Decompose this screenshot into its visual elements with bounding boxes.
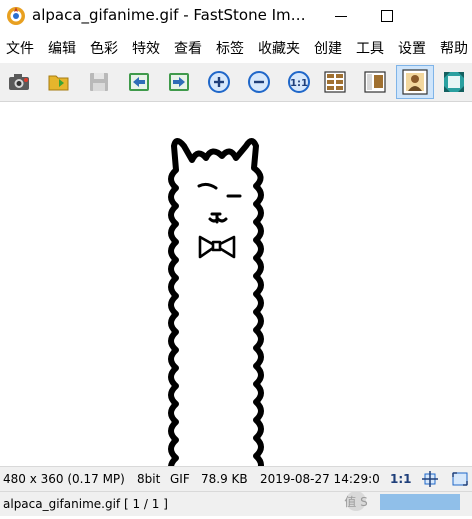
next-icon xyxy=(169,73,189,91)
fullscreen-icon[interactable] xyxy=(451,470,469,488)
menu-bar: 文件 编辑 色彩 特效 查看 标签 收藏夹 创建 工具 设置 帮助 xyxy=(0,36,472,62)
actual-size-button[interactable]: 1:1 xyxy=(283,66,315,98)
previous-button[interactable] xyxy=(123,66,155,98)
file-name-status: alpaca_gifanime.gif [ 1 / 1 ] xyxy=(3,497,168,511)
single-page-icon xyxy=(364,71,386,93)
svg-text:1:1: 1:1 xyxy=(290,78,308,89)
previous-icon xyxy=(129,73,149,91)
fit-window-icon xyxy=(444,72,464,92)
zoom-out-icon xyxy=(248,71,270,93)
watermark: 值 S xyxy=(340,488,472,515)
screen-capture-button[interactable] xyxy=(3,66,35,98)
file-size: 78.9 KB xyxy=(201,472,248,486)
menu-edit[interactable]: 编辑 xyxy=(48,39,76,59)
window-title: alpaca_gifanime.gif - FastStone Im… xyxy=(32,6,306,24)
menu-create[interactable]: 创建 xyxy=(314,39,342,59)
zoom-level[interactable]: 1:1 xyxy=(390,471,412,487)
menu-help[interactable]: 帮助 xyxy=(440,39,468,59)
actual-size-icon: 1:1 xyxy=(288,71,310,93)
fit-icon[interactable] xyxy=(421,470,439,488)
faststone-logo-icon xyxy=(7,7,25,25)
image-dimensions: 480 x 360 (0.17 MP) xyxy=(3,472,125,486)
alpaca-image xyxy=(168,138,264,466)
toolbar: 1:1 xyxy=(0,63,472,102)
fullscreen-image-icon xyxy=(402,69,428,95)
zoom-out-button[interactable] xyxy=(243,66,275,98)
fit-window-button[interactable] xyxy=(438,66,470,98)
menu-settings[interactable]: 设置 xyxy=(398,39,426,59)
open-button[interactable] xyxy=(43,66,75,98)
open-folder-icon xyxy=(48,75,69,91)
image-canvas[interactable] xyxy=(0,102,472,466)
maximize-icon xyxy=(381,10,393,22)
file-datetime: 2019-08-27 14:29:0 xyxy=(260,472,380,486)
zoom-in-button[interactable] xyxy=(203,66,235,98)
single-page-button[interactable] xyxy=(359,66,391,98)
fullscreen-image-button[interactable] xyxy=(396,65,434,99)
minimize-button[interactable] xyxy=(318,0,364,31)
save-icon xyxy=(90,73,108,91)
save-button[interactable] xyxy=(83,66,115,98)
menu-tags[interactable]: 标签 xyxy=(216,39,244,59)
title-bar: alpaca_gifanime.gif - FastStone Im… xyxy=(0,0,472,31)
minimize-icon xyxy=(335,16,347,17)
menu-file[interactable]: 文件 xyxy=(6,39,34,59)
menu-tools[interactable]: 工具 xyxy=(356,39,384,59)
zoom-in-icon xyxy=(208,71,230,93)
file-format: GIF xyxy=(170,472,190,486)
bit-depth: 8bit xyxy=(137,472,161,486)
menu-effects[interactable]: 特效 xyxy=(132,39,160,59)
camera-icon xyxy=(9,74,29,90)
thumbnails-button[interactable] xyxy=(319,66,351,98)
menu-view[interactable]: 查看 xyxy=(174,39,202,59)
menu-favorites[interactable]: 收藏夹 xyxy=(258,39,300,59)
next-button[interactable] xyxy=(163,66,195,98)
menu-color[interactable]: 色彩 xyxy=(90,39,118,59)
maximize-button[interactable] xyxy=(364,0,410,31)
watermark-text: 值 S xyxy=(344,494,367,509)
thumbnails-icon xyxy=(324,71,346,93)
